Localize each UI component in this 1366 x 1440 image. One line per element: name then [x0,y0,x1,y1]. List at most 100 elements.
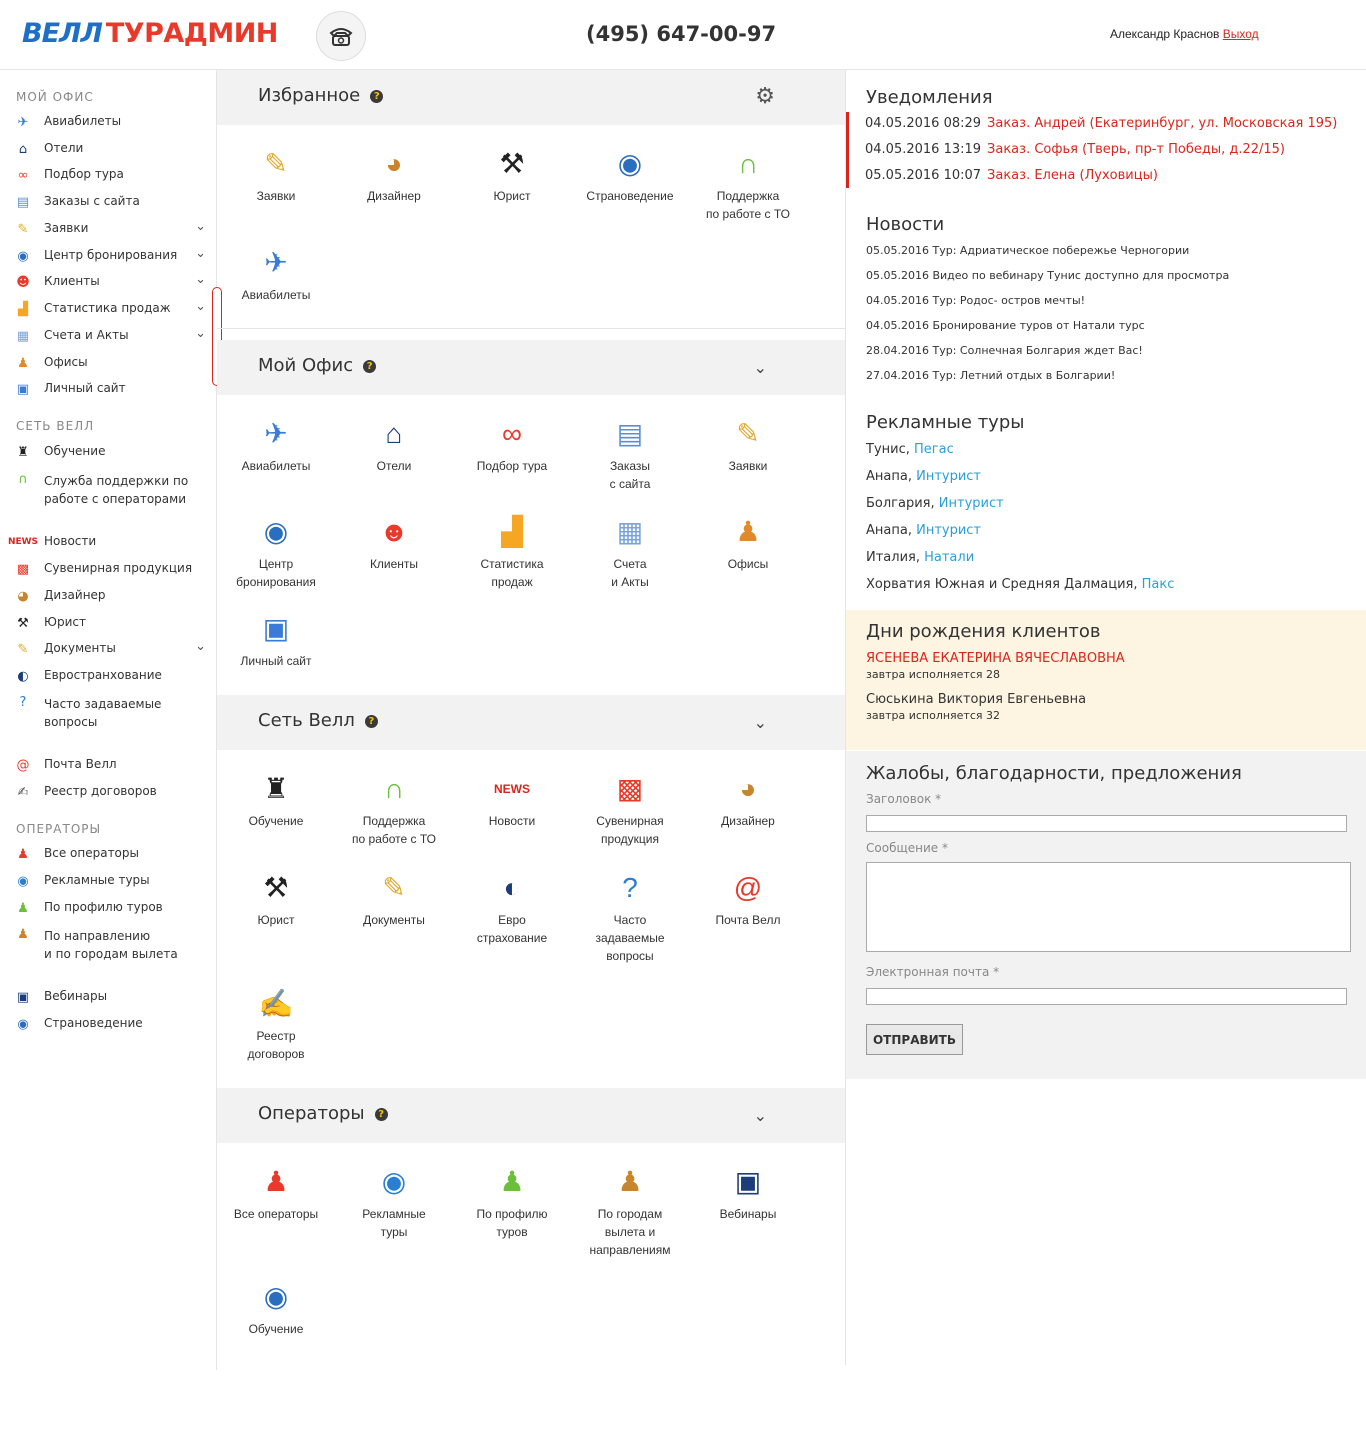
sidebar-item-site-orders[interactable]: ▤ Заказы с сайта [14,194,214,210]
sidebar-item-insurance[interactable]: ◐ Евространхование [14,668,214,684]
tile-fav-avia[interactable]: ✈ Авиабилеты [217,244,335,304]
chevron-down-icon[interactable]: ⌄ [195,219,206,234]
tile-mail[interactable]: @ Почта Велл [689,869,807,929]
help-icon[interactable]: ? [370,90,384,103]
tile-offices[interactable]: ♟ Офисы [689,513,807,573]
chevron-down-icon[interactable]: ⌄ [754,1106,767,1125]
chevron-down-icon[interactable]: ⌄ [195,272,206,287]
sidebar-item-by-profile[interactable]: ♟ По профилю туров [14,900,214,916]
chevron-down-icon[interactable]: ⌄ [754,713,767,732]
tile-lawyer[interactable]: ⚒ Юрист [217,869,335,929]
sidebar-item-hotels[interactable]: ⌂ Отели [14,141,214,157]
tile-tour-search[interactable]: ∞ Подбор тура [453,415,571,475]
sidebar-item-by-direction[interactable]: ♟ По направлению и по городам вылета [14,927,214,963]
tile-site-orders[interactable]: ▤ Заказы с сайта [571,415,689,493]
tile-op-training[interactable]: ◉ Обучение [217,1278,335,1338]
tile-insurance[interactable]: ◐ Евро страхование [453,869,571,947]
sidebar-item-booking-center[interactable]: ◉ Центр бронирования ⌄ [14,246,214,264]
sidebar-item-tour-search[interactable]: ∞ Подбор тура [14,167,214,183]
notification-item[interactable]: 05.05.2016 10:07 Заказ. Елена (Луховицы) [865,168,1158,183]
sidebar-item-souvenirs[interactable]: ▩ Сувенирная продукция [14,561,214,577]
news-item[interactable]: 05.05.2016 Тур: Адриатическое побережье … [866,244,1189,257]
news-item[interactable]: 04.05.2016 Тур: Родос- остров мечты! [866,294,1085,307]
tile-fav-requests[interactable]: ✎ Заявки [217,145,335,205]
tile-promo-tours[interactable]: ◉ Рекламные туры [335,1163,453,1241]
sidebar-item-designer[interactable]: ◕ Дизайнер [14,588,214,604]
sidebar-item-sales-stats[interactable]: ▟ Статистика продаж ⌄ [14,299,214,317]
tile-training[interactable]: ♜ Обучение [217,770,335,830]
chevron-down-icon[interactable]: ⌄ [195,326,206,341]
news-item[interactable]: 27.04.2016 Тур: Летний отдых в Болгарии! [866,369,1115,382]
tile-fav-lawyer[interactable]: ⚒ Юрист [453,145,571,205]
sidebar-item-contracts[interactable]: ✍ Реестр договоров [14,784,214,800]
promo-tour-item[interactable]: Болгария, Интурист [866,496,1004,511]
sidebar-item-mail[interactable]: @ Почта Велл [14,757,214,773]
phone-button[interactable] [316,11,366,61]
logout-link[interactable]: Выход [1223,27,1259,41]
tile-fav-country[interactable]: ◉ Страноведение [571,145,689,205]
logo[interactable]: ВЕЛЛ ТУРАДМИН [22,9,278,56]
submit-button[interactable]: ОТПРАВИТЬ [866,1024,963,1055]
sidebar-item-support[interactable]: ∩ Служба поддержки по работе с операторами [14,472,214,508]
chevron-down-icon[interactable]: ⌄ [754,358,767,377]
tile-clients[interactable]: ☻ Клиенты [335,513,453,573]
email-field[interactable] [866,988,1347,1005]
news-item[interactable]: 05.05.2016 Видео по вебинару Тунис досту… [866,269,1229,282]
panel-header-network[interactable]: Сеть Велл? ⌄ [217,695,845,750]
sidebar-item-invoices[interactable]: ▦ Счета и Акты ⌄ [14,326,214,344]
tile-documents[interactable]: ✎ Документы [335,869,453,929]
sidebar-item-lawyer[interactable]: ⚒ Юрист [14,615,214,631]
panel-header-office[interactable]: Мой Офис? ⌄ [217,340,845,395]
birthday-name[interactable]: ЯСЕНЕВА ЕКАТЕРИНА ВЯЧЕСЛАВОВНА [866,651,1125,666]
message-field[interactable] [866,862,1351,952]
tile-designer[interactable]: ◕ Дизайнер [689,770,807,830]
promo-tour-item[interactable]: Тунис, Пегас [866,442,954,457]
tile-news[interactable]: NEWS Новости [453,770,571,830]
sidebar-item-documents[interactable]: ✎ Документы ⌄ [14,639,214,657]
tile-by-cities[interactable]: ♟ По городам вылета и направлениям [571,1163,689,1259]
tile-avia[interactable]: ✈ Авиабилеты [217,415,335,475]
tile-requests[interactable]: ✎ Заявки [689,415,807,475]
tile-hotels[interactable]: ⌂ Отели [335,415,453,475]
tile-sales-stats[interactable]: ▟ Статистика продаж [453,513,571,591]
tile-souvenirs[interactable]: ▩ Сувенирная продукция [571,770,689,848]
tile-webinars[interactable]: ▣ Вебинары [689,1163,807,1223]
promo-tour-item[interactable]: Италия, Натали [866,550,974,565]
news-item[interactable]: 04.05.2016 Бронирование туров от Натали … [866,319,1145,332]
sidebar-item-clients[interactable]: ☻ Клиенты ⌄ [14,272,214,290]
sidebar-item-training[interactable]: ♜ Обучение [14,444,214,460]
sidebar-item-avia[interactable]: ✈ Авиабилеты [14,114,214,130]
notification-item[interactable]: 04.05.2016 13:19 Заказ. Софья (Тверь, пр-… [865,142,1285,157]
sidebar-item-faq[interactable]: ? Часто задаваемые вопросы [14,695,214,731]
panel-header-operators[interactable]: Операторы? ⌄ [217,1088,845,1143]
sidebar-item-webinars[interactable]: ▣ Вебинары [14,989,214,1005]
tile-support[interactable]: ∩ Поддержка по работе с ТО [335,770,453,848]
subject-field[interactable] [866,815,1347,832]
sidebar-item-promo-tours[interactable]: ◉ Рекламные туры [14,873,214,889]
tile-by-profile[interactable]: ♟ По профилю туров [453,1163,571,1241]
promo-tour-item[interactable]: Анапа, Интурист [866,469,981,484]
sidebar-item-offices[interactable]: ♟ Офисы [14,355,214,371]
sidebar-item-news[interactable]: NEWS Новости [8,534,214,550]
tile-faq[interactable]: ? Часто задаваемые вопросы [571,869,689,965]
tile-contracts[interactable]: ✍ Реестр договоров [217,985,335,1063]
help-icon[interactable]: ? [363,360,377,373]
chevron-down-icon[interactable]: ⌄ [195,639,206,654]
sidebar-item-requests[interactable]: ✎ Заявки ⌄ [14,219,214,237]
promo-tour-item[interactable]: Хорватия Южная и Средняя Далмация, Пакс [866,577,1174,592]
news-item[interactable]: 28.04.2016 Тур: Солнечная Болгария ждет … [866,344,1143,357]
help-icon[interactable]: ? [364,715,378,728]
help-icon[interactable]: ? [374,1108,388,1121]
tile-all-operators[interactable]: ♟ Все операторы [217,1163,335,1223]
notification-item[interactable]: 04.05.2016 08:29 Заказ. Андрей (Екатеринб… [865,116,1337,131]
tile-fav-support[interactable]: ∩ Поддержка по работе с ТО [689,145,807,223]
tile-fav-designer[interactable]: ◕ Дизайнер [335,145,453,205]
sidebar-item-all-operators[interactable]: ♟ Все операторы [14,846,214,862]
tile-booking-center[interactable]: ◉ Центр бронирования [217,513,335,591]
birthday-name[interactable]: Сюськина Виктория Евгеньевна [866,692,1086,707]
chevron-down-icon[interactable]: ⌄ [195,299,206,314]
tile-invoices[interactable]: ▦ Счета и Акты [571,513,689,591]
sidebar-item-personal-site[interactable]: ▣ Личный сайт [14,381,214,397]
gear-icon[interactable]: ⚙ [755,84,775,109]
sidebar-item-country-studies[interactable]: ◉ Страноведение [14,1016,214,1032]
